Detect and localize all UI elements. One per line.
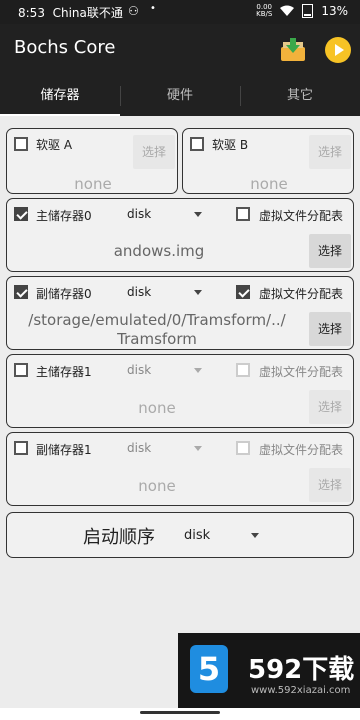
ata0-master-checkbox[interactable] <box>14 207 28 221</box>
network-speed: 0.00 KB/S <box>256 3 273 18</box>
tab-bar: 储存器 硬件 其它 <box>0 76 360 116</box>
battery-percent: 13% <box>321 4 348 18</box>
home-pill-icon[interactable] <box>140 711 220 714</box>
ata1-master-vvfat-label: 虚拟文件分配表 <box>259 365 344 379</box>
ata1-master-type-select[interactable]: disk <box>127 363 151 377</box>
floppy-b-label: 软驱 B <box>212 138 249 152</box>
ata0-master-select-button[interactable]: 选择 <box>309 234 351 268</box>
ata0-slave-type-select[interactable]: disk <box>127 285 151 299</box>
ata1-slave-vvfat-label: 虚拟文件分配表 <box>259 443 344 457</box>
ata0-slave-dropdown-icon[interactable] <box>194 290 202 295</box>
floppy-a-checkbox[interactable] <box>14 137 28 151</box>
ata0-slave-checkbox[interactable] <box>14 285 28 299</box>
floppy-a-value: none <box>74 175 112 193</box>
app-bar: Bochs Core <box>0 24 360 76</box>
watermark-title: 592下载 <box>248 655 355 685</box>
floppy-a-label: 软驱 A <box>36 138 73 152</box>
ata1-slave-label: 副储存器1 <box>36 443 92 457</box>
floppy-b-checkbox[interactable] <box>190 137 204 151</box>
ata1-master-label: 主储存器1 <box>36 365 92 379</box>
status-time-carrier: 8:53 China联不通 <box>18 6 123 20</box>
boot-order-label: 启动顺序 <box>83 527 155 548</box>
ata1-master-value: none <box>138 399 176 417</box>
ata1-slave-type-select[interactable]: disk <box>127 441 151 455</box>
ata1-slave-value: none <box>138 477 176 495</box>
ata0-master-dropdown-icon[interactable] <box>194 212 202 217</box>
ata0-slave-path-line2: Tramsform <box>117 330 197 348</box>
ata0-slave-select-button[interactable]: 选择 <box>309 312 351 346</box>
ata1-master-vvfat-checkbox[interactable] <box>236 363 250 377</box>
app-title: Bochs Core <box>14 37 116 58</box>
tab-hardware[interactable]: 硬件 <box>120 76 240 116</box>
ata1-slave-vvfat-checkbox[interactable] <box>236 441 250 455</box>
ata0-slave-label: 副储存器0 <box>36 287 92 301</box>
wifi-icon <box>280 5 295 16</box>
run-play-icon[interactable] <box>325 37 351 63</box>
floppy-b-value: none <box>250 175 288 193</box>
ata1-slave-dropdown-icon[interactable] <box>194 446 202 451</box>
ata0-master-path: andows.img <box>113 242 205 260</box>
download-icon[interactable] <box>280 38 306 62</box>
ata0-master-vvfat-label: 虚拟文件分配表 <box>259 209 344 223</box>
watermark-banner: 5 592下载 www.592xiazai.com <box>178 633 360 713</box>
boot-order-dropdown-icon[interactable] <box>251 533 259 538</box>
ata0-master-vvfat-checkbox[interactable] <box>236 207 250 221</box>
watermark-logo: 5 <box>190 645 228 693</box>
battery-icon <box>302 4 314 18</box>
ata0-slave-vvfat-label: 虚拟文件分配表 <box>259 287 344 301</box>
boot-order-card: 启动顺序 disk <box>6 512 354 558</box>
ata0-slave-path-line1: /storage/emulated/0/Tramsform/../ <box>28 311 286 329</box>
tab-storage[interactable]: 储存器 <box>0 76 120 116</box>
ata1-slave-checkbox[interactable] <box>14 441 28 455</box>
ata1-master-checkbox[interactable] <box>14 363 28 377</box>
ata0-slave-vvfat-checkbox[interactable] <box>236 285 250 299</box>
ata1-master-dropdown-icon[interactable] <box>194 368 202 373</box>
gesture-nav-bar <box>0 708 360 720</box>
boot-order-select[interactable]: disk <box>184 528 210 543</box>
floppy-b-select-button[interactable]: 选择 <box>309 135 351 169</box>
ata1-master-card: 主储存器1 disk 虚拟文件分配表 none 选择 <box>6 354 354 428</box>
notification-dot: • <box>150 3 156 14</box>
watermark-url: www.592xiazai.com <box>251 685 351 696</box>
floppy-a-select-button[interactable]: 选择 <box>133 135 175 169</box>
floppy-b-card: 软驱 B 选择 none <box>182 128 354 194</box>
ata0-master-label: 主储存器0 <box>36 209 92 223</box>
tab-other[interactable]: 其它 <box>240 76 360 116</box>
ata1-slave-card: 副储存器1 disk 虚拟文件分配表 none 选择 <box>6 432 354 506</box>
ata1-master-select-button[interactable]: 选择 <box>309 390 351 424</box>
ghost-icon: ⚇ <box>128 4 139 18</box>
floppy-a-card: 软驱 A 选择 none <box>6 128 178 194</box>
status-bar: 8:53 China联不通 ⚇ • 0.00 KB/S 13% <box>0 0 360 24</box>
ata0-slave-card: 副储存器0 disk 虚拟文件分配表 /storage/emulated/0/T… <box>6 276 354 350</box>
ata1-slave-select-button[interactable]: 选择 <box>309 468 351 502</box>
ata0-master-card: 主储存器0 disk 虚拟文件分配表 andows.img 选择 <box>6 198 354 272</box>
ata0-master-type-select[interactable]: disk <box>127 207 151 221</box>
